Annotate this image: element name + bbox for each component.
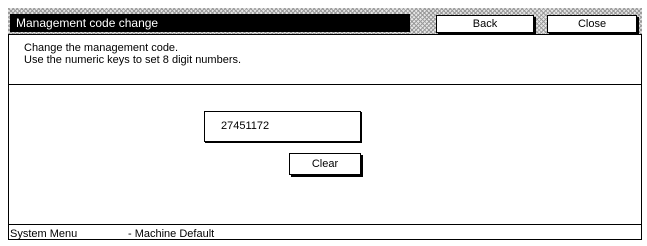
- breadcrumb-system-menu: System Menu: [10, 228, 78, 240]
- breadcrumb-machine-default: - Machine Default: [128, 228, 215, 240]
- close-button[interactable]: Close: [547, 15, 637, 33]
- divider-bottom: [9, 224, 641, 225]
- clear-button[interactable]: Clear: [289, 153, 361, 175]
- back-button[interactable]: Back: [436, 15, 534, 33]
- divider-top: [9, 84, 641, 85]
- management-code-field[interactable]: 27451172: [204, 111, 361, 142]
- page-title: Management code change: [10, 14, 410, 32]
- instruction-line-2: Use the numeric keys to set 8 digit numb…: [24, 54, 242, 66]
